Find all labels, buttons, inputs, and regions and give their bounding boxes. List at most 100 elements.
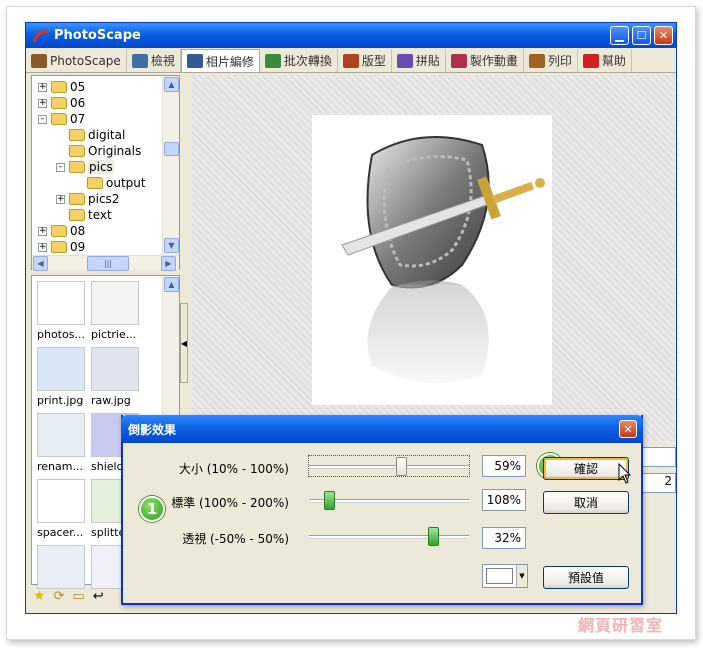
dialog-title-bar[interactable]: 倒影效果: [121, 415, 643, 443]
photo-preview: [312, 115, 552, 405]
minimize-button[interactable]: ▁: [610, 26, 629, 45]
tab-0[interactable]: PhotoScape: [26, 49, 127, 72]
thumb-scroll-up-icon[interactable]: ▲: [164, 277, 179, 292]
ok-button[interactable]: 確認: [543, 457, 629, 480]
thumbnail-item[interactable]: renam...: [37, 413, 87, 473]
tab-7[interactable]: 列印: [524, 49, 578, 72]
thumbnail-caption: print.jpg: [37, 394, 84, 407]
tab-label: 檢視: [150, 54, 175, 68]
tab-label: PhotoScape: [50, 53, 121, 68]
tab-icon: [31, 53, 47, 68]
perspective-slider[interactable]: [309, 526, 469, 546]
tab-5[interactable]: 拼貼: [392, 49, 446, 72]
scroll-down-icon[interactable]: ▼: [164, 238, 179, 253]
dropdown-arrow-icon[interactable]: ▼: [516, 565, 527, 587]
maximize-button[interactable]: ☐: [632, 26, 651, 45]
thumbnail-item[interactable]: print.jpg: [37, 347, 87, 407]
tab-icon: [131, 53, 148, 68]
tree-item[interactable]: +05: [38, 79, 85, 95]
thumbnail-item[interactable]: [37, 545, 87, 592]
size-slider[interactable]: [308, 455, 470, 477]
tree-item[interactable]: digital: [56, 127, 125, 143]
tree-item[interactable]: - 07: [38, 111, 85, 127]
expand-icon[interactable]: +: [38, 226, 47, 236]
refresh-icon[interactable]: ⟳: [54, 589, 65, 604]
folder-open-icon[interactable]: ▭: [72, 589, 84, 604]
dialog-close-button[interactable]: ✕: [619, 420, 637, 438]
collapse-icon[interactable]: -: [56, 162, 65, 172]
thumbnail-image: [91, 347, 139, 391]
tree-item[interactable]: output: [74, 175, 146, 191]
tab-label: 列印: [547, 54, 572, 68]
tab-2[interactable]: 相片編修: [180, 49, 260, 72]
close-button[interactable]: ✕: [654, 26, 673, 45]
thumbnail-caption: raw.jpg: [91, 394, 131, 407]
expand-icon[interactable]: +: [38, 82, 47, 92]
defaults-button[interactable]: 預設值: [543, 566, 629, 589]
tree-item[interactable]: - pics: [56, 159, 114, 175]
star-icon[interactable]: ★: [33, 588, 46, 604]
expand-icon[interactable]: +: [38, 98, 47, 108]
scroll-up-icon[interactable]: ▲: [164, 77, 179, 92]
perspective-slider-thumb[interactable]: [428, 527, 439, 546]
tab-label: 幫助: [601, 54, 626, 68]
perspective-value[interactable]: 32%: [482, 527, 526, 549]
panel-splitter[interactable]: ◀: [180, 303, 188, 383]
tree-vertical-scrollbar[interactable]: ▲ ▼: [162, 76, 179, 255]
tab-8[interactable]: 幫助: [578, 49, 632, 72]
dialog-title: 倒影效果: [128, 422, 177, 437]
tree-item[interactable]: +06: [38, 95, 85, 111]
side-field-2[interactable]: 2: [640, 473, 676, 493]
tab-icon: [582, 53, 599, 68]
size-slider-thumb[interactable]: [396, 457, 407, 476]
side-field-1[interactable]: [640, 447, 676, 467]
thumbnail-item[interactable]: photos...: [37, 281, 87, 341]
horizontal-scroll-thumb[interactable]: |||: [87, 256, 129, 271]
tree-item-label: 07: [70, 112, 86, 126]
tab-label: 相片編修: [205, 54, 254, 69]
folder-icon: [69, 129, 85, 141]
expand-icon[interactable]: +: [38, 242, 47, 252]
title-bar[interactable]: PhotoScape ▁ ☐ ✕: [26, 23, 676, 48]
scroll-left-icon[interactable]: ◀: [33, 256, 48, 271]
tree-item[interactable]: +08: [38, 223, 85, 239]
shield-sword-image: [312, 136, 552, 405]
tab-1[interactable]: 檢視: [127, 49, 181, 72]
back-arrow-icon[interactable]: ↩: [93, 589, 104, 604]
thumbnail-item[interactable]: spacer...: [37, 479, 87, 539]
folder-icon: [51, 81, 67, 93]
thumbnail-image: [37, 347, 85, 391]
thumbnail-item[interactable]: pictrie...: [91, 281, 141, 341]
tree-item-label: pics2: [88, 192, 120, 206]
minimize-icon: ▁: [615, 29, 624, 42]
tree-item[interactable]: +09: [38, 239, 85, 255]
scroll-right-icon[interactable]: ▶: [161, 256, 176, 271]
expand-icon[interactable]: +: [56, 194, 65, 204]
tree-item-label: Originals: [88, 144, 142, 158]
folder-tree[interactable]: ▲ ▼ ◀ ||| ▶ +05 +06-07 digital Originals - pi…: [31, 75, 180, 271]
tab-label: 拼貼: [415, 54, 440, 68]
collapse-icon[interactable]: -: [38, 114, 47, 124]
size-value[interactable]: 59%: [482, 455, 526, 477]
tree-item[interactable]: text: [56, 207, 112, 223]
tree-item-label: digital: [88, 128, 126, 142]
cancel-button[interactable]: 取消: [543, 491, 629, 514]
reflection-color-picker[interactable]: ▼: [482, 564, 528, 588]
standard-slider-thumb[interactable]: [324, 491, 335, 510]
tree-item[interactable]: + pics2: [56, 191, 119, 207]
thumbnail-item[interactable]: raw.jpg: [91, 347, 141, 407]
tab-3[interactable]: 批次轉換: [260, 49, 338, 72]
tab-icon: [342, 53, 359, 68]
tree-item[interactable]: Originals: [56, 143, 141, 159]
tab-4[interactable]: 版型: [338, 49, 392, 72]
tree-item-label: text: [88, 208, 112, 222]
thumbnail-caption: pictrie...: [91, 328, 137, 341]
editor-canvas[interactable]: [192, 75, 674, 441]
scroll-thumb[interactable]: [164, 142, 179, 156]
tree-horizontal-scrollbar[interactable]: ◀ ||| ▶: [32, 255, 179, 271]
cancel-button-label: 取消: [573, 496, 598, 510]
standard-slider[interactable]: [309, 490, 469, 510]
tab-icon: [528, 53, 545, 68]
tab-6[interactable]: 製作動畫: [446, 49, 524, 72]
standard-value[interactable]: 108%: [482, 489, 526, 511]
